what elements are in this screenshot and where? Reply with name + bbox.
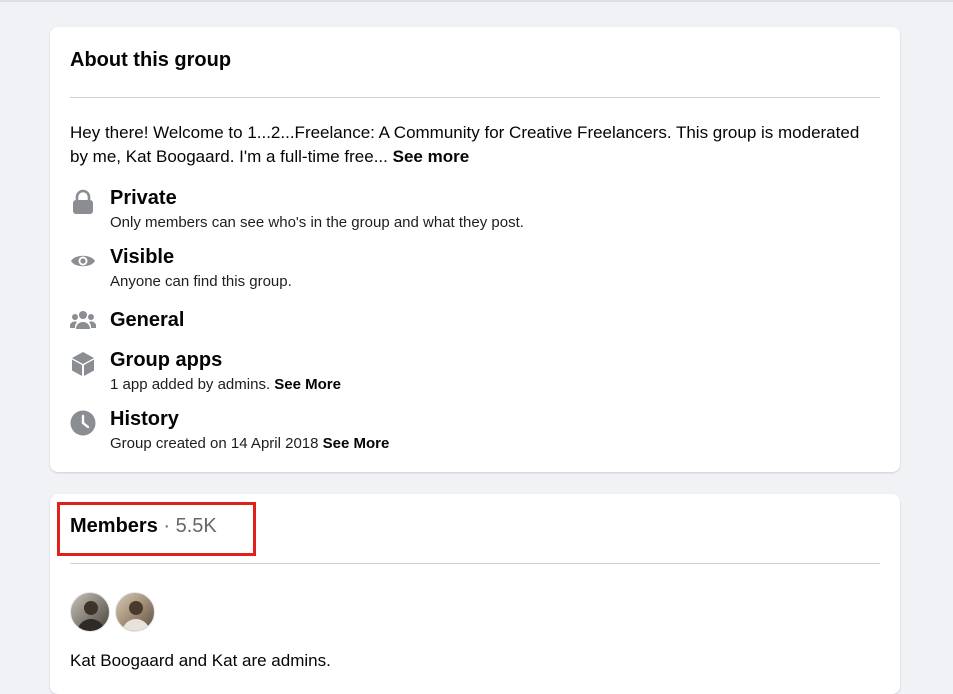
members-separator: ·	[163, 515, 171, 537]
history-subtitle: Group created on 14 April 2018 See More	[110, 434, 389, 454]
members-divider	[70, 563, 880, 564]
about-group-card: About this group Hey there! Welcome to 1…	[50, 27, 900, 472]
visible-subtitle: Anyone can find this group.	[110, 273, 292, 290]
members-title: Members	[70, 515, 158, 537]
lock-icon	[70, 189, 96, 215]
history-title: History	[110, 408, 179, 430]
group-apps-see-more-link[interactable]: See More	[274, 376, 341, 393]
avatar[interactable]	[115, 592, 155, 632]
history-see-more-link[interactable]: See More	[323, 435, 390, 452]
avatar[interactable]	[70, 592, 110, 632]
group-apps-subtitle-text: 1 app added by admins.	[110, 376, 275, 393]
history-subtitle-text: Group created on 14 April 2018	[110, 435, 323, 452]
about-divider	[70, 97, 880, 98]
clock-icon	[70, 410, 96, 436]
private-subtitle: Only members can see who's in the group …	[110, 214, 524, 231]
top-border	[0, 0, 953, 2]
group-apps-title: Group apps	[110, 349, 223, 371]
see-more-link[interactable]: See more	[393, 147, 470, 166]
info-group-apps: Group apps 1 app added by admins. See Mo…	[70, 347, 860, 397]
info-history: History Group created on 14 April 2018 S…	[70, 406, 860, 456]
eye-icon	[70, 248, 96, 274]
info-visible: Visible Anyone can find this group.	[70, 244, 860, 294]
group-apps-subtitle: 1 app added by admins. See More	[110, 375, 341, 395]
members-count: 5.5K	[175, 515, 217, 537]
people-icon	[70, 307, 96, 333]
private-title: Private	[110, 187, 177, 209]
about-description: Hey there! Welcome to 1...2...Freelance:…	[70, 121, 860, 169]
about-title: About this group	[70, 49, 232, 71]
members-card: Members · 5.5K Kat Boogaard and Kat are …	[50, 494, 900, 694]
cube-icon	[70, 351, 96, 377]
members-heading[interactable]: Members · 5.5K	[70, 513, 217, 539]
visible-title: Visible	[110, 246, 175, 268]
info-private: Private Only members can see who's in th…	[70, 185, 860, 235]
admin-avatars	[70, 592, 170, 632]
admins-text: Kat Boogaard and Kat are admins.	[70, 651, 331, 670]
general-title: General	[110, 309, 185, 331]
